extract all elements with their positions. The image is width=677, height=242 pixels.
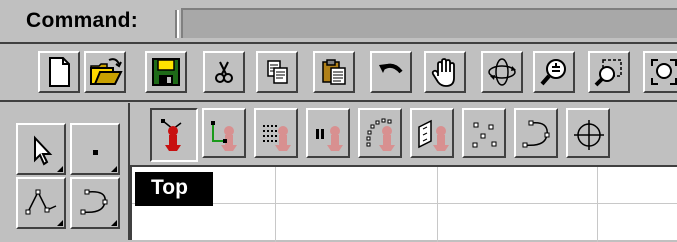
curve-tool-button[interactable] [70,177,120,229]
curve-control-points-icon [522,120,550,148]
zoom-extents-icon [651,59,677,85]
paste-button[interactable] [313,51,355,93]
command-label: Command: [26,9,139,32]
left-tool-palette [0,103,130,240]
grid-line [437,167,438,242]
main-toolbar [0,46,677,102]
save-disk-icon [152,58,180,86]
target-crosshair-icon [574,120,604,150]
point-axes-button[interactable] [202,108,246,158]
command-input[interactable] [181,8,677,38]
point-axes-icon [211,121,237,151]
scatter-points-icon [472,122,497,148]
point-toolbar [130,103,677,165]
zoom-extents-button[interactable] [643,51,677,93]
flyout-corner [111,166,117,172]
flyout-corner [111,220,117,226]
command-separator [175,10,179,38]
point-grid-button[interactable] [254,108,298,158]
polyline-icon [25,189,57,215]
viewport-title-tab[interactable]: Top [135,172,213,206]
cut-button[interactable] [203,51,245,93]
flyout-corner [57,220,63,226]
grid-line [132,203,677,204]
paste-icon [322,59,346,85]
new-file-icon [49,57,70,87]
surface-points-button[interactable] [410,108,454,158]
save-button[interactable] [145,51,187,93]
pan-button[interactable] [424,51,466,93]
scatter-points-button[interactable] [462,108,506,158]
curve-control-points-button[interactable] [514,108,558,158]
copy-button[interactable] [256,51,298,93]
flyout-corner [57,166,63,172]
copy-icon [267,60,288,84]
grid-line [597,167,598,242]
zoom-window-icon [594,59,622,87]
new-file-button[interactable] [38,51,80,93]
rotate-view-button[interactable] [481,51,523,93]
polyline-tool-button[interactable] [16,177,66,229]
curve-points-button[interactable] [358,108,402,158]
open-folder-icon [90,58,123,85]
viewport-title: Top [151,176,188,199]
command-bar: Command: [0,0,677,44]
undo-button[interactable] [370,51,412,93]
select-tool-button[interactable] [16,123,66,175]
pause-point-icon [316,126,343,151]
surface-points-icon [418,119,449,151]
point-cloud-button[interactable] [150,108,198,162]
point-icon [93,150,98,155]
rotate-view-icon [488,58,516,86]
cut-scissors-icon [215,61,233,83]
zoom-in-out-button[interactable] [533,51,575,93]
point-grid-icon [263,125,291,151]
select-arrow-icon [34,135,53,166]
pause-point-button[interactable] [306,108,350,158]
grid-line [275,167,276,242]
pan-hand-icon [431,58,455,87]
zoom-window-button[interactable] [588,51,630,93]
curve-icon [80,189,108,215]
point-tool-button[interactable] [70,123,120,175]
top-viewport[interactable]: Top [130,165,677,242]
curve-points-icon [366,118,395,151]
open-file-button[interactable] [84,51,126,93]
target-button[interactable] [566,108,610,158]
undo-arrow-icon [379,63,403,74]
point-cloud-robot-icon [161,119,182,151]
zoom-in-out-icon [540,59,566,86]
